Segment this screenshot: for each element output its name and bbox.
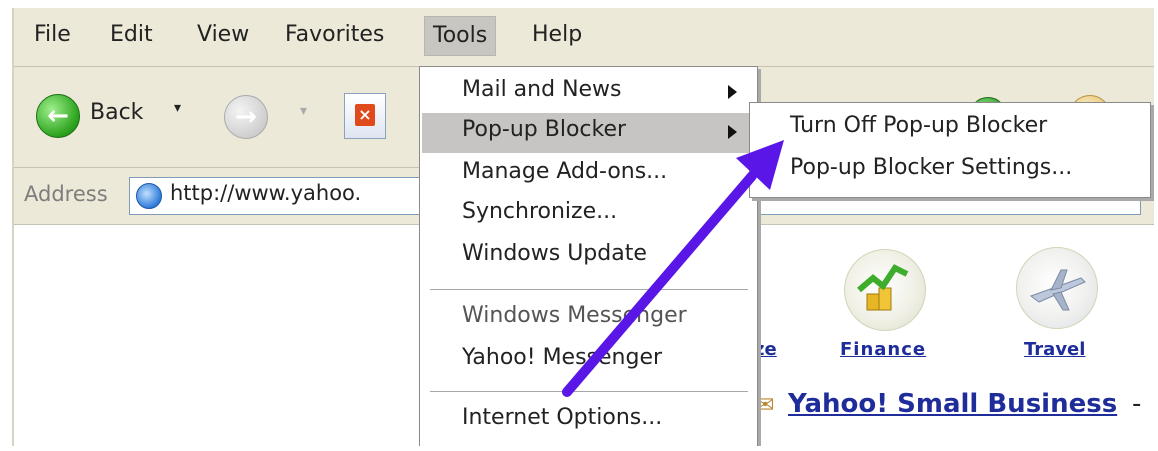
menu-separator bbox=[430, 391, 748, 393]
menu-view[interactable]: View bbox=[189, 16, 257, 54]
menu-item-label: Yahoo! Messenger bbox=[462, 345, 663, 370]
menu-item-label: Pop-up Blocker Settings... bbox=[790, 155, 1073, 180]
address-label: Address bbox=[24, 182, 108, 206]
menu-item-popup-blocker-settings[interactable]: Pop-up Blocker Settings... bbox=[752, 151, 1148, 191]
menu-item-label: Synchronize... bbox=[462, 199, 618, 224]
ie-page-icon bbox=[136, 183, 162, 209]
menu-item-yahoo-messenger[interactable]: Yahoo! Messenger bbox=[422, 341, 755, 381]
menu-item-label: Turn Off Pop-up Blocker bbox=[790, 113, 1048, 138]
menu-file[interactable]: File bbox=[26, 16, 79, 54]
menu-item-label: Internet Options... bbox=[462, 405, 663, 430]
tools-menu: Mail and News Pop-up Blocker Manage Add-… bbox=[419, 66, 758, 446]
airplane-icon bbox=[1029, 269, 1086, 311]
menu-item-label: Windows Messenger bbox=[462, 303, 687, 328]
small-business-icon: ✉ bbox=[756, 393, 775, 418]
menu-tools[interactable]: Tools bbox=[424, 16, 497, 56]
stop-button[interactable]: × bbox=[344, 93, 386, 139]
submenu-arrow-icon bbox=[728, 85, 737, 99]
small-business-link[interactable]: Yahoo! Small Business bbox=[788, 389, 1117, 419]
menu-item-internet-options[interactable]: Internet Options... bbox=[422, 401, 755, 441]
menu-separator bbox=[430, 289, 748, 291]
menu-item-windows-messenger[interactable]: Windows Messenger bbox=[422, 299, 755, 339]
back-arrow-icon: ← bbox=[47, 101, 69, 131]
menu-favorites[interactable]: Favorites bbox=[277, 16, 392, 54]
back-label[interactable]: Back bbox=[90, 100, 143, 125]
menu-item-manage-addons[interactable]: Manage Add-ons... bbox=[422, 155, 755, 195]
menu-item-label: Windows Update bbox=[462, 241, 647, 266]
submenu-arrow-icon bbox=[728, 125, 737, 139]
menu-help[interactable]: Help bbox=[524, 16, 590, 54]
menu-item-synchronize[interactable]: Synchronize... bbox=[422, 195, 755, 235]
menu-item-turn-off-popup-blocker[interactable]: Turn Off Pop-up Blocker bbox=[752, 109, 1148, 149]
menu-item-popup-blocker[interactable]: Pop-up Blocker bbox=[422, 113, 755, 153]
menu-item-label: Manage Add-ons... bbox=[462, 159, 668, 184]
back-dropdown-icon[interactable]: ▾ bbox=[174, 100, 181, 116]
finance-icon[interactable] bbox=[844, 249, 926, 331]
travel-link[interactable]: Travel bbox=[1024, 339, 1085, 360]
back-button[interactable]: ← bbox=[36, 94, 80, 138]
menu-item-windows-update[interactable]: Windows Update bbox=[422, 237, 755, 277]
menu-edit[interactable]: Edit bbox=[102, 16, 161, 54]
travel-icon[interactable] bbox=[1016, 247, 1098, 329]
banner-suffix: - bbox=[1132, 389, 1142, 419]
menu-item-label: Pop-up Blocker bbox=[462, 117, 627, 142]
menu-item-label: Mail and News bbox=[462, 77, 622, 102]
finance-link[interactable]: Finance bbox=[840, 339, 926, 360]
url-text[interactable]: http://www.yahoo. bbox=[170, 181, 361, 205]
forward-button[interactable]: → bbox=[224, 95, 268, 139]
menu-item-mail-and-news[interactable]: Mail and News bbox=[422, 73, 755, 113]
browser-window: File Edit View Favorites Tools Help ← Ba… bbox=[12, 8, 1154, 446]
menu-bar: File Edit View Favorites Tools Help bbox=[14, 8, 1154, 67]
forward-dropdown-icon[interactable]: ▾ bbox=[300, 103, 307, 119]
popup-blocker-submenu: Turn Off Pop-up Blocker Pop-up Blocker S… bbox=[749, 102, 1151, 198]
stop-icon: × bbox=[355, 104, 375, 126]
finance-chart-icon bbox=[857, 264, 909, 311]
forward-arrow-icon: → bbox=[235, 102, 257, 132]
